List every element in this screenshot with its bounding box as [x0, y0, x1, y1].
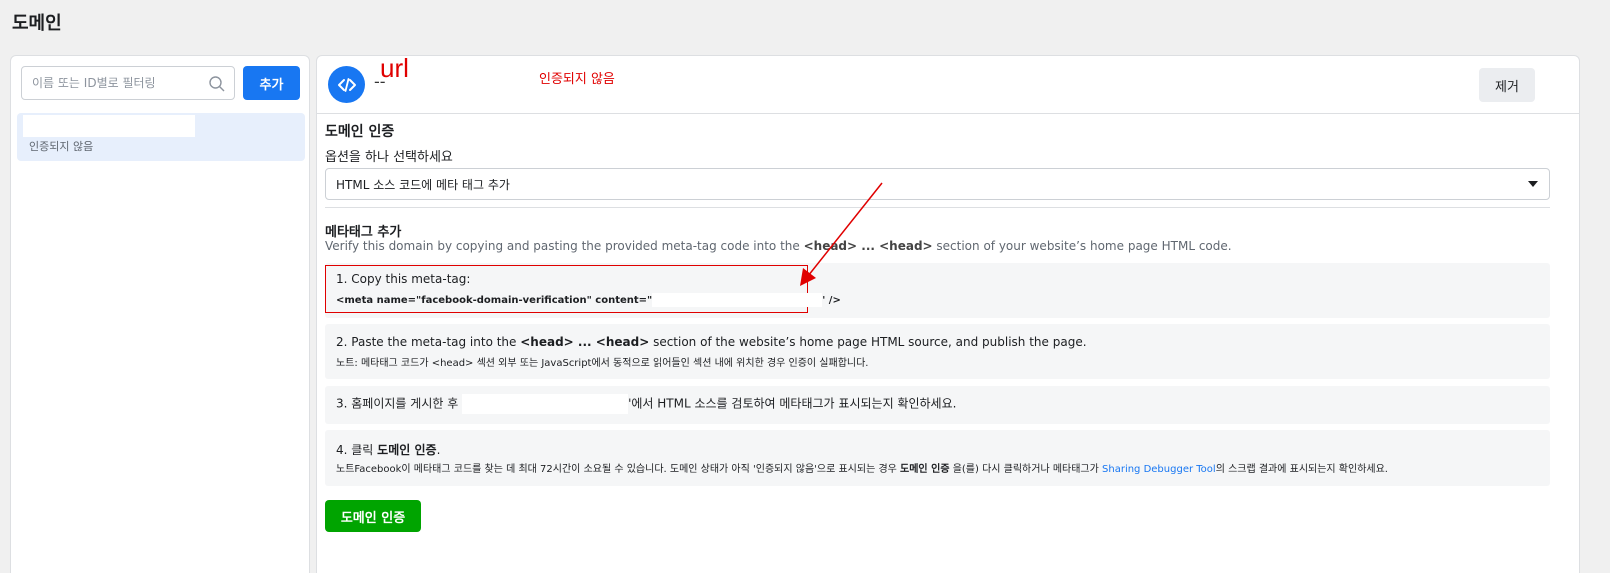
select-label: 옵션을 하나 선택하세요 — [325, 150, 453, 165]
domain-detail-panel: -- url 인증되지 않음 제거 도메인 인증 옵션을 하나 선택하세요 HT… — [316, 53, 1580, 573]
step-2-text-part: section of the website’s home page HTML … — [649, 335, 1087, 349]
step-2-note: 노트: 메타태그 코드가 <head> 섹션 외부 또는 JavaScript에… — [336, 358, 869, 369]
selected-option: HTML 소스 코드에 메타 태그 추가 — [336, 177, 510, 192]
code-icon — [328, 66, 365, 103]
divider — [325, 207, 1550, 208]
caret-down-icon — [1528, 181, 1538, 187]
step-4-note: 노트Facebook이 메타태그 코드를 찾는 데 최대 72시간이 소요될 수… — [336, 460, 1388, 475]
head-tag: <head> — [879, 239, 933, 253]
ellipsis: ... — [573, 335, 596, 349]
metatag-description: Verify this domain by copying and pastin… — [325, 239, 1232, 253]
redacted-domain-name — [23, 115, 195, 137]
redacted-content — [652, 293, 823, 307]
metatag-desc-text: section of your website’s home page HTML… — [932, 239, 1232, 253]
section-title: 도메인 인증 — [325, 124, 395, 140]
step-4-note-text: 을(를) 다시 클릭하거나 메타태그가 — [949, 464, 1103, 475]
annotation-unverified-label: 인증되지 않음 — [539, 72, 615, 87]
meta-tag-code-text: <meta name="facebook-domain-verification… — [336, 295, 653, 306]
step-4-bold: 도메인 인증 — [377, 443, 437, 457]
domain-list-item[interactable]: 인증되지 않음 — [17, 113, 305, 161]
remove-button[interactable]: 제거 — [1479, 68, 1535, 102]
step-2-text: 2. Paste the meta-tag into the <head> ..… — [336, 335, 1087, 349]
search-input[interactable] — [22, 67, 202, 99]
meta-tag-code[interactable]: <meta name="facebook-domain-verification… — [336, 293, 841, 307]
step-4: 4. 클릭 도메인 인증. 노트Facebook이 메타태그 코드를 찾는 데 … — [325, 430, 1550, 486]
step-4-note-text: 노트Facebook이 메타태그 코드를 찾는 데 최대 72시간이 소요될 수… — [336, 464, 901, 475]
sharing-debugger-link[interactable]: Sharing Debugger Tool — [1102, 464, 1216, 475]
step-4-note-text: 의 스크랩 결과에 표시되는지 확인하세요. — [1215, 464, 1388, 475]
step-3: 3. 홈페이지를 게시한 후 '에서 HTML 소스를 검토하여 메타태그가 표… — [325, 386, 1550, 424]
step-2-text-part: 2. Paste the meta-tag into the — [336, 335, 521, 349]
page-edge — [1583, 0, 1610, 573]
search-icon — [209, 76, 225, 92]
annotation-url-label: url — [380, 53, 409, 83]
page-title: 도메인 — [12, 13, 62, 34]
verification-method-select[interactable]: HTML 소스 코드에 메타 태그 추가 — [325, 168, 1550, 200]
meta-tag-code-text: ' /> — [822, 295, 841, 306]
head-tag: <head> — [803, 239, 858, 253]
step-1: 1. Copy this meta-tag: <meta name="faceb… — [325, 263, 1550, 318]
step-4-text: 4. 클릭 도메인 인증. — [336, 441, 440, 458]
metatag-desc-text: Verify this domain by copying and pastin… — [325, 239, 804, 253]
head-tag: <head> — [595, 335, 650, 349]
step-4-note-bold: 도메인 인증 — [900, 464, 950, 475]
add-domain-button[interactable]: 추가 — [243, 66, 300, 100]
domain-list-panel: 추가 인증되지 않음 — [10, 55, 310, 573]
step-4-text-part: 4. 클릭 — [336, 443, 378, 457]
ellipsis: ... — [857, 239, 880, 253]
step-4-text-part: . — [436, 443, 441, 457]
verify-domain-button[interactable]: 도메인 인증 — [325, 500, 421, 532]
metatag-title: 메타태그 추가 — [325, 225, 402, 240]
redacted-url — [462, 394, 629, 414]
step-1-title: 1. Copy this meta-tag: — [336, 272, 471, 286]
step-3-text-part: '에서 HTML 소스를 검토하여 메타태그가 표시되는지 확인하세요. — [628, 396, 957, 411]
step-3-text-part: 3. 홈페이지를 게시한 후 — [336, 396, 463, 411]
domain-header: -- url 인증되지 않음 제거 — [317, 53, 1579, 114]
domain-status: 인증되지 않음 — [29, 140, 94, 153]
head-tag: <head> — [520, 335, 574, 349]
step-3-text: 3. 홈페이지를 게시한 후 '에서 HTML 소스를 검토하여 메타태그가 표… — [336, 394, 956, 414]
step-2: 2. Paste the meta-tag into the <head> ..… — [325, 324, 1550, 379]
search-field[interactable] — [21, 66, 235, 100]
